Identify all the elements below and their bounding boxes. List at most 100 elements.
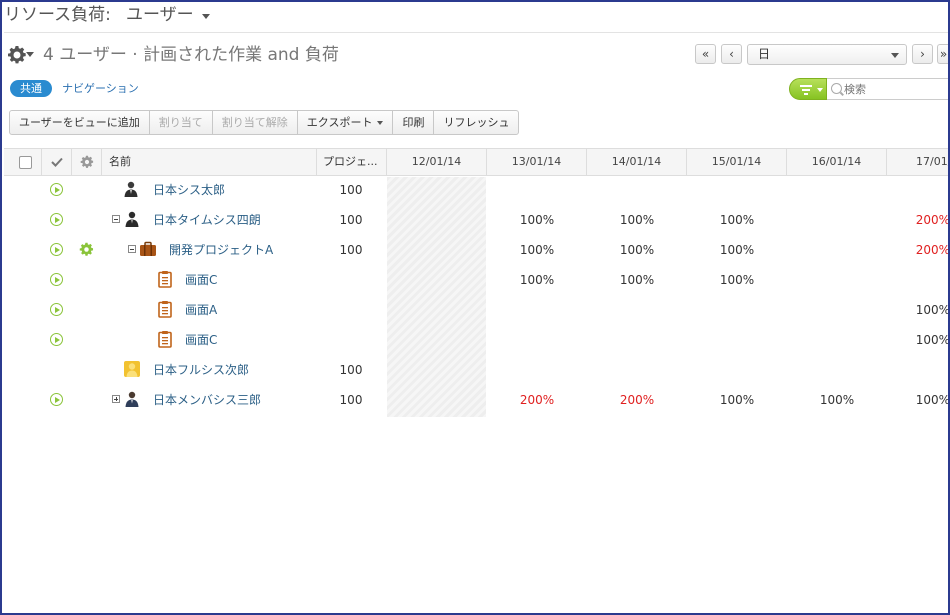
table-row[interactable]: 開発プロジェクトA 100 100% 100% 100% 200% xyxy=(4,235,950,265)
toolbar: ユーザーをビューに追加 割り当て 割り当て解除 エクスポート 印刷 リフレッシュ xyxy=(9,110,520,135)
page-header: リソース負荷: ユーザー xyxy=(4,2,948,33)
collapse-toggle[interactable] xyxy=(128,245,136,253)
load-cell: 100% xyxy=(915,393,950,407)
filter-button[interactable] xyxy=(789,78,827,100)
print-button[interactable]: 印刷 xyxy=(393,111,435,134)
clipboard-icon xyxy=(158,331,172,348)
export-label: エクスポート xyxy=(306,116,373,129)
briefcase-icon xyxy=(140,241,156,256)
time-scale-value: 日 xyxy=(758,47,771,61)
load-cell-overallocated: 200% xyxy=(915,213,950,227)
load-cell: 100% xyxy=(519,243,555,257)
load-cell-overallocated: 200% xyxy=(519,393,555,407)
add-users-button[interactable]: ユーザーをビューに追加 xyxy=(10,111,150,134)
project-value: 100 xyxy=(339,363,363,377)
play-circle-icon[interactable] xyxy=(50,243,63,256)
grid-header: 名前 プロジェ... 12/01/14 13/01/14 14/01/14 15… xyxy=(4,148,948,176)
clipboard-icon xyxy=(158,271,172,288)
load-cell: 100% xyxy=(519,213,555,227)
assign-button[interactable]: 割り当て xyxy=(150,111,213,134)
task-name-link[interactable]: 画面A xyxy=(185,295,217,325)
table-row[interactable]: 日本シス太郎 100 xyxy=(4,175,948,205)
page-title: リソース負荷: xyxy=(4,5,111,25)
chevron-down-icon[interactable] xyxy=(26,52,34,57)
search-box xyxy=(827,78,948,100)
project-value: 100 xyxy=(339,213,363,227)
expand-toggle[interactable] xyxy=(112,395,120,403)
user-name-link[interactable]: 日本メンバシス三郎 xyxy=(153,385,261,415)
search-input[interactable] xyxy=(844,80,948,98)
column-header-date: 12/01/14 xyxy=(387,149,487,175)
project-value: 100 xyxy=(339,243,363,257)
gear-icon[interactable] xyxy=(79,242,94,257)
user-icon xyxy=(124,181,138,197)
select-all-checkbox[interactable] xyxy=(19,156,32,169)
table-row[interactable]: 画面C 100% 100% 100% xyxy=(4,265,948,295)
next-period-button[interactable]: › xyxy=(912,44,933,64)
select-all-column xyxy=(4,149,42,175)
view-selector[interactable]: ユーザー xyxy=(126,2,194,28)
task-name-link[interactable]: 画面C xyxy=(185,325,217,355)
collapse-toggle[interactable] xyxy=(112,215,120,223)
user-name-link[interactable]: 日本フルシス次郎 xyxy=(153,355,249,385)
play-circle-icon[interactable] xyxy=(50,303,63,316)
status-column xyxy=(42,149,72,175)
project-name-link[interactable]: 開発プロジェクトA xyxy=(169,235,273,265)
play-circle-icon[interactable] xyxy=(50,273,63,286)
search-icon xyxy=(831,83,842,94)
settings-column xyxy=(72,149,102,175)
load-cell: 100% xyxy=(915,303,950,317)
tab-common[interactable]: 共通 xyxy=(10,80,52,97)
tab-navigation[interactable]: ナビゲーション xyxy=(62,80,139,97)
column-header-date: 13/01/14 xyxy=(487,149,587,175)
filter-icon xyxy=(800,85,812,97)
load-cell: 100% xyxy=(719,243,755,257)
chevron-down-icon xyxy=(817,88,823,92)
load-cell-overallocated: 200% xyxy=(915,243,950,257)
export-button[interactable]: エクスポート xyxy=(298,111,394,134)
play-circle-icon[interactable] xyxy=(50,333,63,346)
task-name-link[interactable]: 画面C xyxy=(185,265,217,295)
time-scale-select[interactable]: 日 xyxy=(747,44,907,65)
user-name-link[interactable]: 日本タイムシス四朗 xyxy=(153,205,261,235)
load-cell: 100% xyxy=(619,243,655,257)
user-icon xyxy=(125,391,139,407)
project-value: 100 xyxy=(339,393,363,407)
chevron-down-icon[interactable] xyxy=(202,14,210,19)
load-cell-overallocated: 200% xyxy=(619,393,655,407)
column-header-date: 17/01/1 xyxy=(916,155,948,168)
column-header-date: 15/01/14 xyxy=(687,149,787,175)
load-cell: 100% xyxy=(719,213,755,227)
play-circle-icon[interactable] xyxy=(50,213,63,226)
user-icon xyxy=(124,361,140,377)
table-row[interactable]: 画面C 100% xyxy=(4,325,950,355)
load-cell: 100% xyxy=(519,273,555,287)
column-header-date: 14/01/14 xyxy=(587,149,687,175)
unassign-button[interactable]: 割り当て解除 xyxy=(213,111,298,134)
gear-icon[interactable] xyxy=(6,45,28,65)
chevron-down-icon xyxy=(377,121,384,125)
load-cell: 100% xyxy=(619,213,655,227)
last-period-button[interactable]: » xyxy=(937,44,948,64)
column-header-project[interactable]: プロジェ... xyxy=(317,149,387,175)
table-row[interactable]: 日本メンバシス三郎 100 200% 200% 100% 100% 100% xyxy=(4,385,950,415)
refresh-button[interactable]: リフレッシュ xyxy=(434,111,518,134)
load-cell: 100% xyxy=(719,393,755,407)
play-circle-icon[interactable] xyxy=(50,393,63,406)
load-cell: 100% xyxy=(915,333,950,347)
table-row[interactable]: 日本タイムシス四朗 100 100% 100% 100% 200% xyxy=(4,205,950,235)
column-header-name[interactable]: 名前 xyxy=(102,149,317,175)
table-row[interactable]: 画面A 100% xyxy=(4,295,950,325)
column-header-date: 16/01/14 xyxy=(787,149,887,175)
table-row[interactable]: 日本フルシス次郎 100 xyxy=(4,355,948,385)
view-title: 4 ユーザー · 計画された作業 and 負荷 xyxy=(43,45,339,65)
load-cell: 100% xyxy=(719,273,755,287)
project-value: 100 xyxy=(339,183,363,197)
first-period-button[interactable]: « xyxy=(695,44,716,64)
play-circle-icon[interactable] xyxy=(50,183,63,196)
clipboard-icon xyxy=(158,301,172,318)
user-name-link[interactable]: 日本シス太郎 xyxy=(153,175,225,205)
previous-period-button[interactable]: ‹ xyxy=(721,44,742,64)
app-window: リソース負荷: ユーザー 4 ユーザー · 計画された作業 and 負荷 « ‹… xyxy=(0,0,950,615)
gear-icon xyxy=(80,155,94,168)
